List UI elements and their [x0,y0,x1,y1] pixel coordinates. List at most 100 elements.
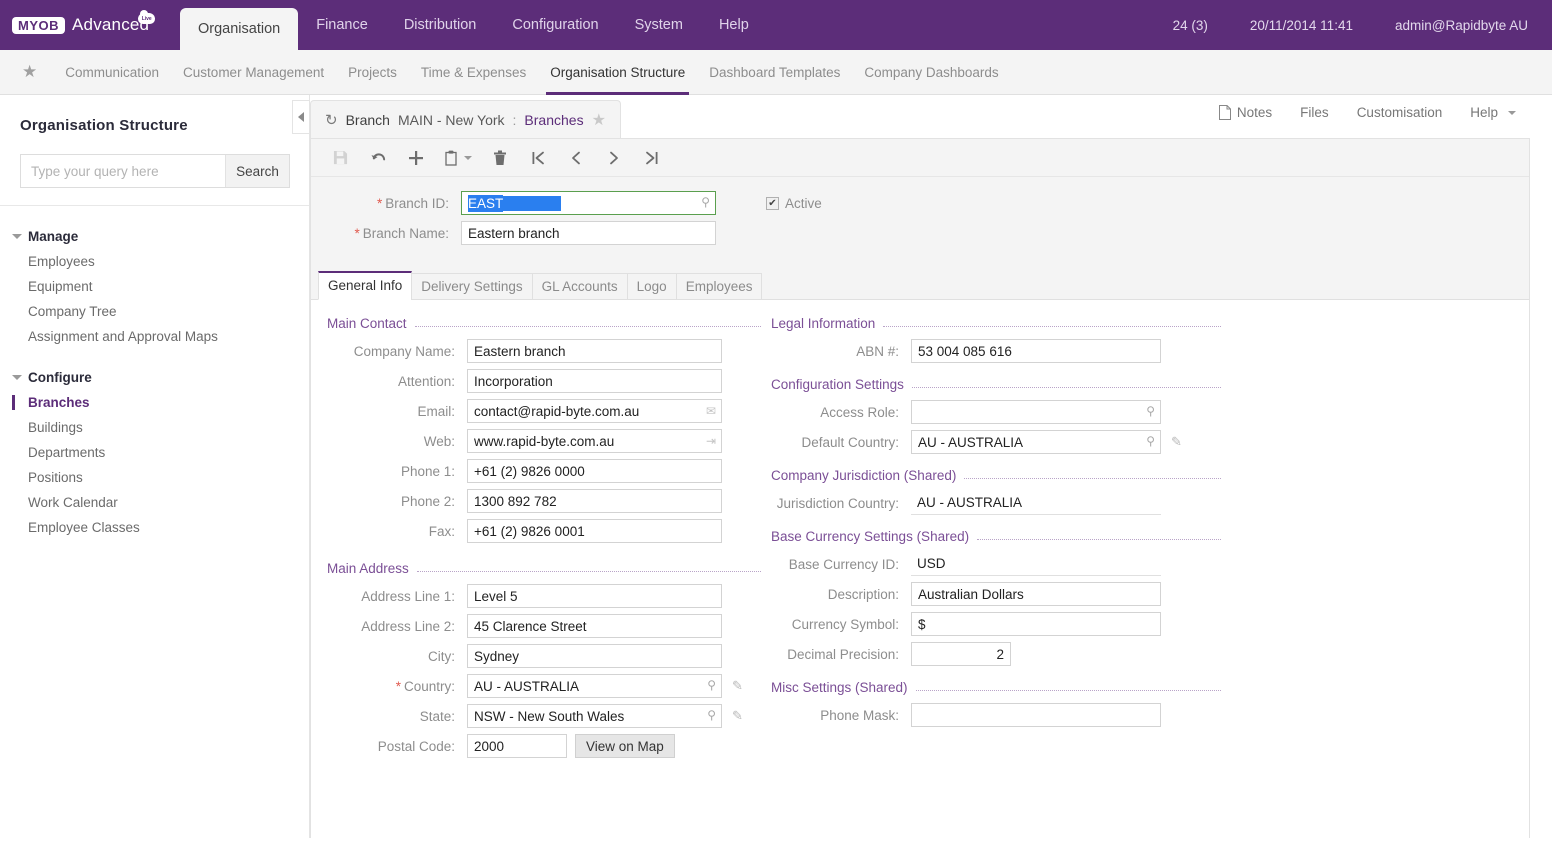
next-record-button[interactable] [595,139,633,177]
sidebar-item-work-calendar[interactable]: Work Calendar [0,490,309,515]
view-on-map-button[interactable]: View on Map [575,734,675,758]
subnav-item-projects[interactable]: Projects [336,50,409,95]
tab-employees[interactable]: Employees [675,273,763,300]
customisation-button[interactable]: Customisation [1343,105,1457,120]
add-button[interactable] [397,139,435,177]
last-record-button[interactable] [633,139,671,177]
save-button[interactable] [321,139,359,177]
tab-logo[interactable]: Logo [626,273,677,300]
tab-gl-accounts[interactable]: GL Accounts [531,273,628,300]
previous-record-button[interactable] [557,139,595,177]
phone1-input[interactable]: +61 (2) 9826 0000 [467,459,722,483]
currency-symbol-input[interactable]: $ [911,612,1161,636]
address-line-1-input[interactable]: Level 5 [467,584,722,608]
email-label: Email: [417,403,455,419]
required-marker: * [376,195,383,211]
sidebar-item-equipment[interactable]: Equipment [0,274,309,299]
lookup-magnifier-icon[interactable]: ⚲ [1146,404,1155,418]
breadcrumb-value: MAIN - New York [397,111,505,128]
active-checkbox-row[interactable]: ✔ Active [766,196,822,211]
envelope-icon[interactable]: ✉ [706,404,716,418]
tab-general-info[interactable]: General Info [318,271,413,300]
nav-tab-finance[interactable]: Finance [298,0,386,50]
favourites-star-icon[interactable]: ★ [22,62,37,82]
state-input[interactable]: NSW - New South Wales ⚲ [467,704,722,728]
sidebar-item-positions[interactable]: Positions [0,465,309,490]
subnav-item-time-expenses[interactable]: Time & Expenses [409,50,538,95]
first-record-button[interactable] [519,139,557,177]
company-name-input[interactable]: Eastern branch [467,339,722,363]
edit-country-pencil-icon[interactable]: ✎ [732,678,743,694]
tab-delivery-settings[interactable]: Delivery Settings [411,273,533,300]
sidebar-item-employees[interactable]: Employees [0,249,309,274]
document-tab[interactable]: ↻ Branch MAIN - New York : Branches ★ [310,100,621,138]
sidebar-item-branches[interactable]: Branches [0,390,309,415]
nav-tab-distribution[interactable]: Distribution [386,0,495,50]
access-role-input[interactable]: ⚲ [911,400,1161,424]
chevron-down-icon [12,375,22,380]
sidebar-item-employee-classes[interactable]: Employee Classes [0,515,309,540]
subnav-item-dashboard-templates[interactable]: Dashboard Templates [697,50,852,95]
branch-id-input[interactable]: EAST ⚲ [461,191,716,215]
fax-input[interactable]: +61 (2) 9826 0001 [467,519,722,543]
edit-state-pencil-icon[interactable]: ✎ [732,708,743,724]
abn-input[interactable]: 53 004 085 616 [911,339,1161,363]
edit-default-country-pencil-icon[interactable]: ✎ [1171,434,1182,450]
delete-button[interactable] [481,139,519,177]
nav-tab-system[interactable]: System [617,0,701,50]
country-input[interactable]: AU - AUSTRALIA ⚲ [467,674,722,698]
sidebar-group-configure[interactable]: Configure [0,365,309,390]
decimal-precision-input[interactable]: 2 [911,642,1011,666]
sidebar-item-assignment-and-approval-maps[interactable]: Assignment and Approval Maps [0,324,309,349]
external-link-icon[interactable]: ⇥ [706,434,716,448]
lookup-magnifier-icon[interactable]: ⚲ [701,195,710,209]
attention-input[interactable]: Incorporation [467,369,722,393]
subnav-item-communication[interactable]: Communication [53,50,171,95]
search-input[interactable] [21,155,225,187]
active-checkbox[interactable]: ✔ [766,196,779,210]
lookup-magnifier-icon[interactable]: ⚲ [707,708,716,722]
app-logo[interactable]: MYOB Advanced Live [0,0,180,50]
favourite-star-icon[interactable]: ★ [592,110,606,130]
sidebar-group-manage[interactable]: Manage [0,224,309,249]
search-button[interactable]: Search [225,155,289,187]
branch-name-input[interactable]: Eastern branch [461,221,716,245]
notes-button[interactable]: Notes [1205,105,1286,120]
help-menu-button[interactable]: Help [1456,105,1530,120]
save-icon [333,150,347,165]
breadcrumb-separator: : [512,111,517,128]
postal-code-input[interactable]: 2000 [467,734,567,758]
email-input[interactable]: contact@rapid-byte.com.au ✉ [467,399,722,423]
phone-mask-input[interactable] [911,703,1161,727]
breadcrumb-link-branches[interactable]: Branches [524,112,583,128]
web-input[interactable]: www.rapid-byte.com.au ⇥ [467,429,722,453]
sidebar-collapse-button[interactable] [292,100,310,134]
user-menu[interactable]: admin@Rapidbyte AU [1395,18,1528,33]
undo-icon [370,153,385,161]
nav-tab-help[interactable]: Help [701,0,767,50]
abn-label: ABN #: [856,343,899,359]
sidebar-item-company-tree[interactable]: Company Tree [0,299,309,324]
lookup-magnifier-icon[interactable]: ⚲ [1146,434,1155,448]
nav-tab-configuration[interactable]: Configuration [494,0,616,50]
default-country-input[interactable]: AU - AUSTRALIA ⚲ [911,430,1161,454]
subnav-item-customer-management[interactable]: Customer Management [171,50,336,95]
sidebar-item-buildings[interactable]: Buildings [0,415,309,440]
notification-count[interactable]: 24 (3) [1173,18,1208,33]
attention-label: Attention: [397,373,455,389]
address-line-2-input[interactable]: 45 Clarence Street [467,614,722,638]
branch-name-label: * Branch Name: [354,225,449,241]
required-marker: * [395,678,401,694]
currency-description-input[interactable]: Australian Dollars [911,582,1161,606]
lookup-magnifier-icon[interactable]: ⚲ [707,678,716,692]
subnav-item-company-dashboards[interactable]: Company Dashboards [852,50,1010,95]
files-button[interactable]: Files [1286,105,1343,120]
clipboard-button[interactable] [435,139,481,177]
phone2-input[interactable]: 1300 892 782 [467,489,722,513]
refresh-icon[interactable]: ↻ [325,111,338,129]
subnav-item-organisation-structure[interactable]: Organisation Structure [538,50,697,95]
undo-button[interactable] [359,139,397,177]
city-input[interactable]: Sydney [467,644,722,668]
nav-tab-organisation[interactable]: Organisation [180,8,299,50]
sidebar-item-departments[interactable]: Departments [0,440,309,465]
